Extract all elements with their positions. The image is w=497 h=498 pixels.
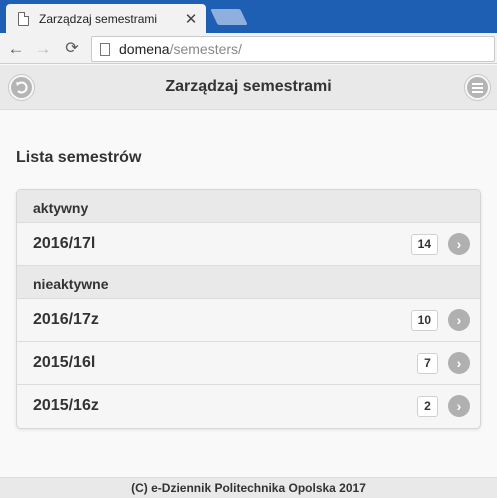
browser-tab[interactable]: Zarządzaj semestrami ✕ bbox=[6, 4, 206, 33]
browser-toolbar: ← → ⟳ domena/semesters/ bbox=[0, 33, 497, 64]
address-bar[interactable]: domena/semesters/ bbox=[91, 36, 495, 62]
menu-icon bbox=[467, 77, 488, 98]
list-divider-active: aktywny bbox=[17, 190, 480, 223]
page-header: Zarządzaj semestrami bbox=[0, 65, 497, 110]
semester-item[interactable]: 2015/16z 2 › bbox=[17, 385, 480, 428]
chevron-right-icon: › bbox=[448, 352, 470, 374]
new-tab-button[interactable] bbox=[210, 9, 248, 25]
semester-label: 2015/16l bbox=[33, 354, 96, 371]
semester-item[interactable]: 2016/17z 10 › bbox=[17, 299, 480, 342]
browser-back-icon[interactable]: ← bbox=[6, 39, 26, 59]
count-badge: 10 bbox=[410, 310, 438, 331]
count-badge: 14 bbox=[410, 234, 438, 255]
semester-label: 2016/17z bbox=[33, 311, 99, 328]
browser-tabbar: Zarządzaj semestrami ✕ bbox=[0, 0, 497, 33]
tab-close-icon[interactable]: ✕ bbox=[184, 10, 198, 28]
semester-label: 2016/17l bbox=[33, 235, 96, 252]
chevron-right-icon: › bbox=[448, 395, 470, 417]
list-divider-inactive: nieaktywne bbox=[17, 266, 480, 299]
count-badge: 2 bbox=[417, 396, 438, 417]
chevron-right-icon: › bbox=[448, 233, 470, 255]
semester-item[interactable]: 2016/17l 14 › bbox=[17, 223, 480, 266]
semester-item[interactable]: 2015/16l 7 › bbox=[17, 342, 480, 385]
menu-button[interactable] bbox=[464, 74, 491, 101]
url-text: domena/semesters/ bbox=[119, 41, 242, 57]
chevron-right-icon: › bbox=[448, 309, 470, 331]
semester-list: aktywny 2016/17l 14 › nieaktywne 2016/17… bbox=[16, 189, 481, 429]
document-icon bbox=[18, 11, 29, 26]
semester-list-title: Lista semestrów bbox=[16, 149, 142, 166]
page-footer: (C) e-Dziennik Politechnika Opolska 2017 bbox=[0, 477, 497, 498]
tab-title: Zarządzaj semestrami bbox=[39, 11, 158, 26]
semester-label: 2015/16z bbox=[33, 397, 99, 414]
page-title: Zarządzaj semestrami bbox=[165, 78, 332, 95]
page-icon bbox=[100, 42, 110, 56]
count-badge: 7 bbox=[417, 353, 438, 374]
reload-icon[interactable]: ⟳ bbox=[62, 39, 82, 59]
browser-forward-icon[interactable]: → bbox=[33, 39, 53, 59]
